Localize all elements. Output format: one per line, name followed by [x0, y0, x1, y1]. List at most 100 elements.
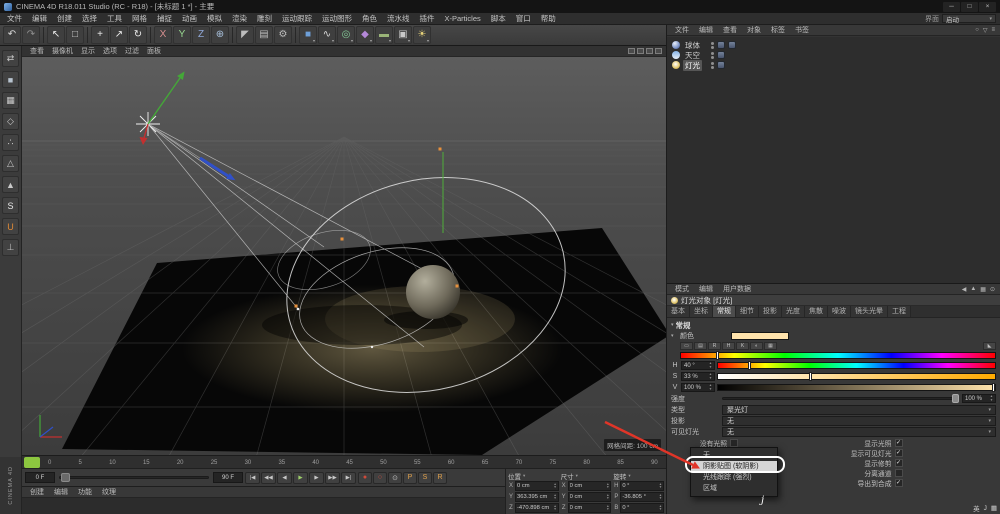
materials-menu-1[interactable]: 创建	[25, 487, 49, 497]
enable-snap-icon[interactable]: U	[2, 218, 19, 235]
menubar-item-10[interactable]: 渲染	[227, 13, 252, 25]
lock-icon[interactable]: ⊙	[990, 286, 995, 293]
keyframe-selection-button[interactable]: ⊙	[388, 472, 402, 484]
add-subdivision-dropdown[interactable]: ◎▾	[337, 26, 355, 44]
section-collapse-icon[interactable]: ▾	[671, 322, 674, 328]
light-type-dropdown[interactable]: 聚光灯 ▾	[722, 405, 996, 415]
coord-value-field[interactable]: 0 °▲▼	[620, 503, 664, 513]
viewport-menu-6[interactable]: 面板	[143, 46, 165, 56]
ime-keyboard-icon[interactable]: ▦	[991, 504, 997, 512]
nav-up-icon[interactable]: ▲	[970, 286, 976, 293]
spectrum-mode-icon[interactable]: ▤	[694, 342, 707, 350]
coord-system-icon[interactable]: ⊕	[211, 26, 229, 44]
sphere-object[interactable]	[406, 265, 460, 319]
coord-value-field[interactable]: 363.395 cm▲▼	[515, 492, 559, 502]
value-spinner[interactable]: ▲▼	[554, 505, 557, 512]
materials-menu-3[interactable]: 功能	[73, 487, 97, 497]
render-visibility-dot[interactable]	[711, 66, 714, 69]
value-field[interactable]: 100 % ▲▼	[681, 383, 715, 392]
spin-down-icon[interactable]: ▼	[554, 486, 557, 489]
visibility-dots[interactable]	[711, 61, 714, 69]
coord-value-field[interactable]: 0 °▲▼	[620, 481, 664, 491]
intensity-field[interactable]: 100 % ▲▼	[962, 394, 996, 403]
workplane-lock-icon[interactable]: ⊥	[2, 239, 19, 256]
viewport-split-h-icon[interactable]	[637, 48, 644, 54]
tab-镜头光晕[interactable]: 镜头光晕	[851, 306, 888, 317]
close-button[interactable]: ×	[979, 2, 996, 12]
render-visibility-dot[interactable]	[711, 46, 714, 49]
saturation-slider-marker[interactable]	[809, 372, 812, 381]
am-menu-2[interactable]: 编辑	[694, 284, 718, 294]
editor-visibility-dot[interactable]	[711, 42, 714, 45]
menubar-item-9[interactable]: 模拟	[202, 13, 227, 25]
spin-down-icon[interactable]: ▼	[659, 508, 662, 511]
value-spinner[interactable]: ▲▼	[606, 494, 609, 501]
record-keyframe-button[interactable]: ●	[358, 472, 372, 484]
scale-tool-icon[interactable]: ↗	[110, 26, 128, 44]
menubar-item-19[interactable]: 窗口	[511, 13, 536, 25]
rect-selection-icon[interactable]: □	[66, 26, 84, 44]
prev-key-button[interactable]: ◀◀	[261, 472, 276, 484]
render-view-icon[interactable]: ◤	[236, 26, 254, 44]
menubar-item-6[interactable]: 网格	[127, 13, 152, 25]
value-spinner[interactable]: ▲▼	[709, 384, 712, 391]
model-mode-icon[interactable]: ■	[2, 71, 19, 88]
coord-value-field[interactable]: -470.898 cm▲▼	[515, 503, 559, 513]
convert-editable-icon[interactable]: ⇄	[2, 50, 19, 67]
goto-start-button[interactable]: |◀	[245, 472, 260, 484]
polygons-mode-icon[interactable]: ▲	[2, 176, 19, 193]
add-deformer-dropdown[interactable]: ◆▾	[356, 26, 374, 44]
x-axis-lock-icon[interactable]: X	[154, 26, 172, 44]
viewport-menu-3[interactable]: 显示	[77, 46, 99, 56]
shadow-option-2[interactable]: 阴影贴图 (软阴影)	[691, 461, 777, 472]
visible-light-dropdown[interactable]: 无 ▾	[722, 427, 996, 437]
value-slider-marker[interactable]	[992, 383, 995, 392]
color-spectrum-bar[interactable]	[680, 352, 996, 359]
menubar-item-13[interactable]: 运动图形	[317, 13, 357, 25]
value-spinner[interactable]: ▲▼	[554, 494, 557, 501]
object-tag-icon[interactable]	[717, 61, 725, 69]
frame-slider[interactable]	[59, 472, 209, 483]
tab-坐标[interactable]: 坐标	[690, 306, 713, 317]
object-tag-icon[interactable]	[717, 51, 725, 59]
menubar-item-15[interactable]: 流水线	[382, 13, 415, 25]
list-mode-icon[interactable]: ≡	[991, 27, 995, 34]
next-key-button[interactable]: ▶▶	[325, 472, 340, 484]
search-icon[interactable]: ○	[975, 27, 979, 34]
menubar-item-20[interactable]: 帮助	[536, 13, 561, 25]
object-tag-icon[interactable]	[717, 41, 725, 49]
tab-常规[interactable]: 常规	[713, 306, 736, 317]
tab-投影[interactable]: 投影	[759, 306, 782, 317]
saturation-field[interactable]: 33 % ▲▼	[681, 372, 715, 381]
autokey-button[interactable]: ○	[373, 472, 387, 484]
menubar-item-1[interactable]: 文件	[2, 13, 27, 25]
timeline-ruler[interactable]: 051015202530354045505560657075808590	[22, 455, 666, 468]
object-row-sky[interactable]: 天空	[672, 50, 1000, 60]
checkbox-显示修剪[interactable]: ✓	[895, 459, 903, 467]
menubar-item-5[interactable]: 工具	[102, 13, 127, 25]
viewport-menu-4[interactable]: 选项	[99, 46, 121, 56]
om-menu-2[interactable]: 编辑	[694, 25, 718, 35]
prev-frame-button[interactable]: ◀	[277, 472, 292, 484]
coord-value-field[interactable]: 0 cm▲▼	[568, 481, 612, 491]
value-spinner[interactable]: ▲▼	[606, 505, 609, 512]
menubar-item-8[interactable]: 动画	[177, 13, 202, 25]
viewport-solo-icon[interactable]: S	[2, 197, 19, 214]
hue-slider-marker[interactable]	[748, 361, 751, 370]
shadow-type-dropdown[interactable]: 无 ▾	[722, 416, 996, 426]
editor-visibility-dot[interactable]	[711, 52, 714, 55]
add-environment-dropdown[interactable]: ▬▾	[375, 26, 393, 44]
hsv-mode-icon[interactable]: H	[722, 342, 735, 350]
add-camera-dropdown[interactable]: ▣▾	[394, 26, 412, 44]
spin-down-icon[interactable]: ▼	[606, 497, 609, 500]
workplane-mode-icon[interactable]: ◇	[2, 113, 19, 130]
material-list-area[interactable]	[22, 498, 505, 514]
rgb-mode-icon[interactable]: R	[708, 342, 721, 350]
filter-icon[interactable]: ▽	[983, 27, 988, 34]
edges-mode-icon[interactable]: △	[2, 155, 19, 172]
viewport-quad-view-icon[interactable]	[655, 48, 662, 54]
y-axis-lock-icon[interactable]: Y	[173, 26, 191, 44]
eyedropper-icon[interactable]: ◣	[983, 342, 996, 350]
coord-value-field[interactable]: 0 cm▲▼	[515, 481, 559, 491]
ime-mode-icon[interactable]: J	[984, 505, 987, 512]
